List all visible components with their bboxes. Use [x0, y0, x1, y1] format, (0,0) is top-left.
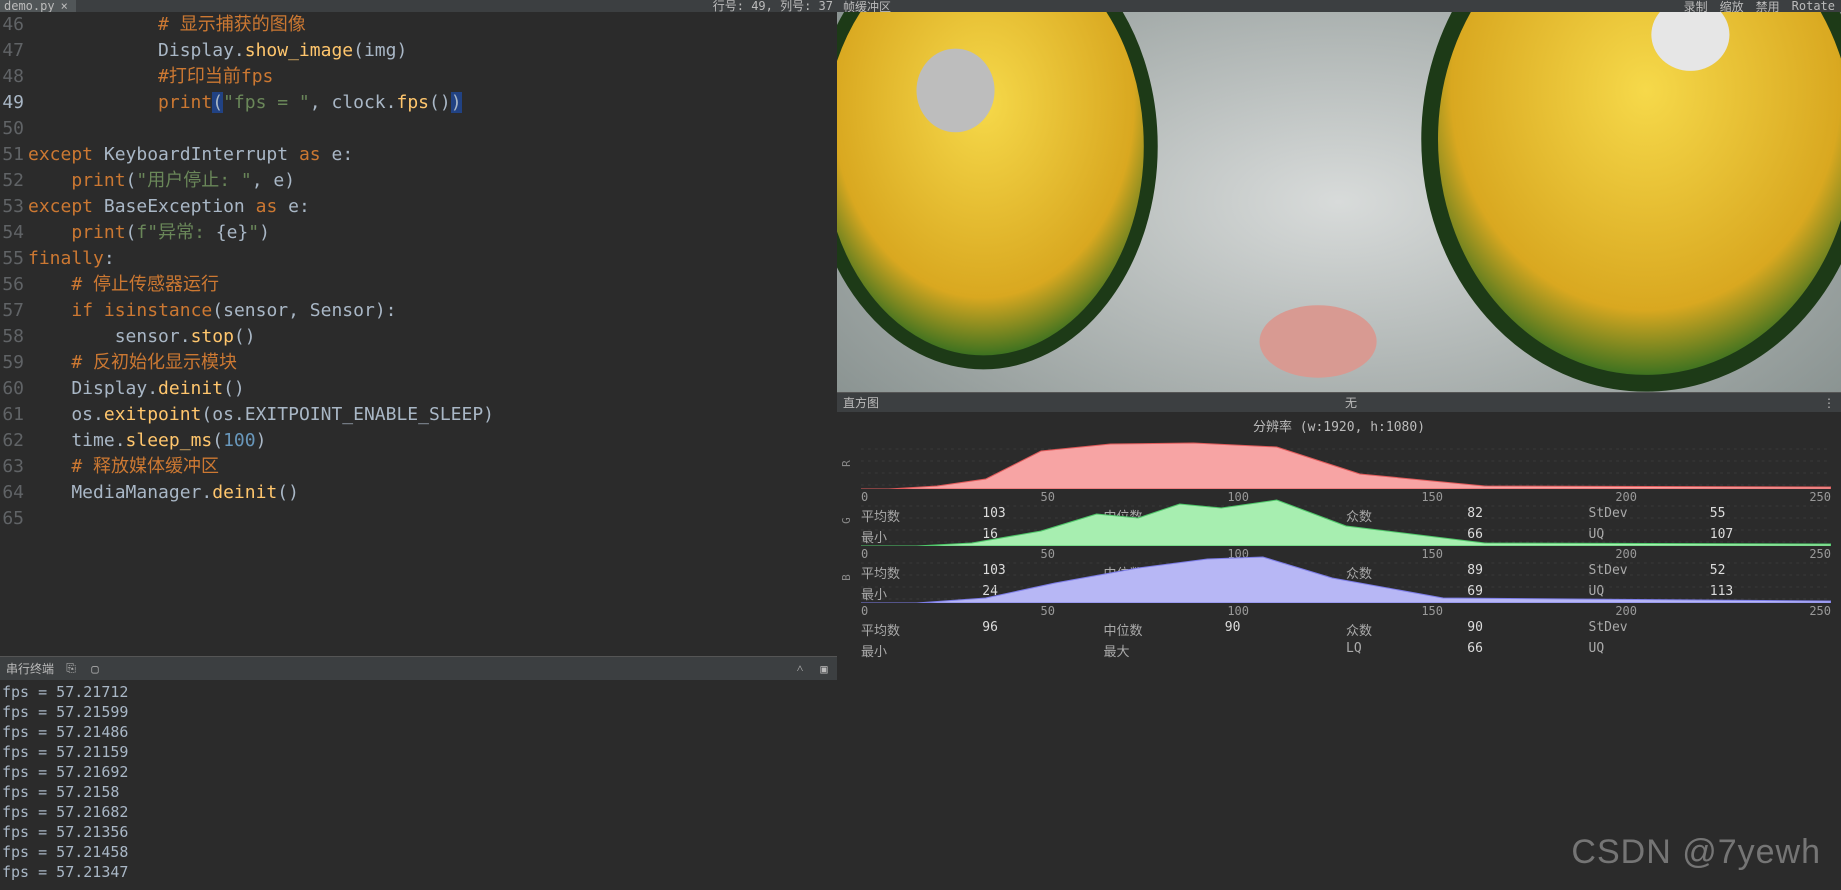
editor-tabbar: demo.py × 行号: 49, 列号: 37 — [0, 0, 837, 12]
camera-preview — [837, 12, 1841, 392]
cursor-position: 行号: 49, 列号: 37 — [713, 0, 833, 14]
terminal-output[interactable]: fps = 57.21712fps = 57.21599fps = 57.214… — [0, 680, 837, 890]
histogram-channel-b: B050100150200250平均数96中位数90众数90StDev最小最大L… — [861, 553, 1831, 608]
file-tab[interactable]: demo.py × — [0, 0, 76, 12]
resolution-label: 分辨率 (w:1920, h:1080) — [837, 412, 1841, 439]
preview-toolbar: 帧缓冲区 录制 缩放 禁用 Rotate — [837, 0, 1841, 12]
link-icon[interactable]: ⎘ — [64, 662, 78, 676]
code-editor[interactable]: 4647484950515253545556575859606162636465… — [0, 12, 837, 656]
save-icon[interactable]: ▢ — [88, 662, 102, 676]
histogram-title: 直方图 — [837, 394, 885, 411]
dock-icon[interactable]: ▣ — [817, 662, 831, 676]
terminal-title: 串行终端 — [6, 660, 54, 677]
terminal-bar: 串行终端 ⎘ ▢ ˄ ▣ — [0, 656, 837, 680]
chevron-up-icon[interactable]: ˄ — [793, 662, 807, 676]
histogram-channel-r: R050100150200250平均数103中位数90众数82StDev55最小… — [861, 439, 1831, 494]
code-body[interactable]: # 显示捕获的图像 Display.show_image(img) #打印当前f… — [28, 12, 837, 656]
histogram-bar: 直方图 无 ⋮ — [837, 392, 1841, 412]
histogram-panel: R050100150200250平均数103中位数90众数82StDev55最小… — [837, 439, 1841, 610]
histogram-mode[interactable]: 无 — [885, 394, 1817, 411]
line-gutter: 4647484950515253545556575859606162636465 — [0, 12, 28, 656]
histogram-menu-icon[interactable]: ⋮ — [1817, 396, 1841, 410]
histogram-channel-g: G050100150200250平均数103中位数89众数89StDev52最小… — [861, 496, 1831, 551]
